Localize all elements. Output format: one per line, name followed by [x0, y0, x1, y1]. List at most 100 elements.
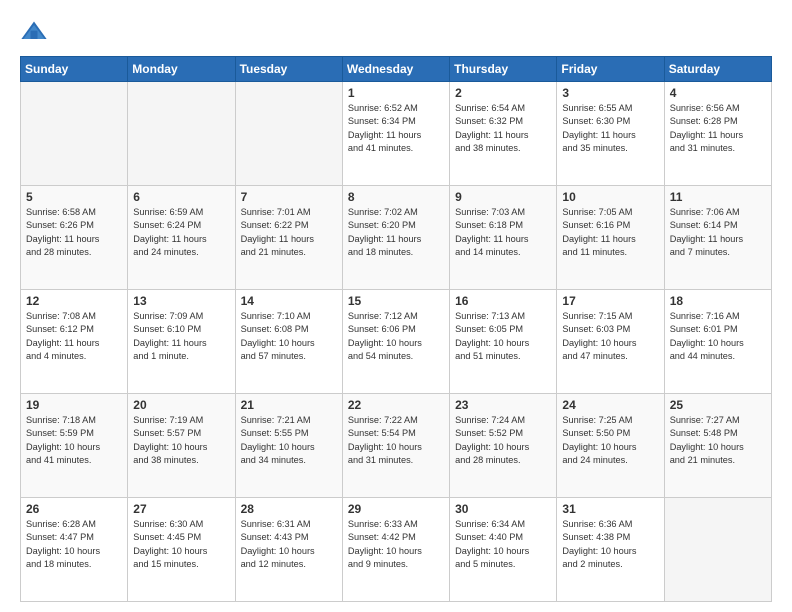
calendar-cell	[21, 82, 128, 186]
day-info: Sunrise: 7:16 AM Sunset: 6:01 PM Dayligh…	[670, 310, 766, 363]
calendar-cell: 25 Sunrise: 7:27 AM Sunset: 5:48 PM Dayli…	[664, 394, 771, 498]
calendar-cell: 6 Sunrise: 6:59 AM Sunset: 6:24 PM Daylig…	[128, 186, 235, 290]
day-number: 29	[348, 502, 444, 516]
day-number: 7	[241, 190, 337, 204]
calendar-cell: 24 Sunrise: 7:25 AM Sunset: 5:50 PM Dayli…	[557, 394, 664, 498]
calendar-cell: 2 Sunrise: 6:54 AM Sunset: 6:32 PM Daylig…	[450, 82, 557, 186]
weekday-header-sunday: Sunday	[21, 57, 128, 82]
logo-icon	[20, 18, 48, 46]
calendar-cell: 22Sunrise: 7:22 AM Sunset: 5:54 PM Dayli…	[342, 394, 449, 498]
day-info: Sunrise: 6:55 AM Sunset: 6:30 PM Dayligh…	[562, 102, 658, 155]
calendar-cell: 3 Sunrise: 6:55 AM Sunset: 6:30 PM Daylig…	[557, 82, 664, 186]
day-info: Sunrise: 7:03 AM Sunset: 6:18 PM Dayligh…	[455, 206, 551, 259]
day-info: Sunrise: 6:33 AM Sunset: 4:42 PM Dayligh…	[348, 518, 444, 571]
calendar-cell: 27Sunrise: 6:30 AM Sunset: 4:45 PM Dayli…	[128, 498, 235, 602]
day-number: 13	[133, 294, 229, 308]
calendar-cell	[128, 82, 235, 186]
day-number: 6	[133, 190, 229, 204]
day-number: 31	[562, 502, 658, 516]
day-info: Sunrise: 7:15 AM Sunset: 6:03 PM Dayligh…	[562, 310, 658, 363]
calendar-cell: 23 Sunrise: 7:24 AM Sunset: 5:52 PM Dayli…	[450, 394, 557, 498]
calendar-cell: 15 Sunrise: 7:12 AM Sunset: 6:06 PM Dayli…	[342, 290, 449, 394]
day-number: 16	[455, 294, 551, 308]
day-number: 15	[348, 294, 444, 308]
calendar-cell	[235, 82, 342, 186]
day-info: Sunrise: 7:25 AM Sunset: 5:50 PM Dayligh…	[562, 414, 658, 467]
day-info: Sunrise: 7:05 AM Sunset: 6:16 PM Dayligh…	[562, 206, 658, 259]
calendar-cell: 18 Sunrise: 7:16 AM Sunset: 6:01 PM Dayli…	[664, 290, 771, 394]
weekday-header-thursday: Thursday	[450, 57, 557, 82]
day-number: 17	[562, 294, 658, 308]
calendar-cell: 9 Sunrise: 7:03 AM Sunset: 6:18 PM Daylig…	[450, 186, 557, 290]
day-number: 28	[241, 502, 337, 516]
calendar-cell: 14Sunrise: 7:10 AM Sunset: 6:08 PM Dayli…	[235, 290, 342, 394]
calendar-cell: 1 Sunrise: 6:52 AM Sunset: 6:34 PM Daylig…	[342, 82, 449, 186]
calendar-cell: 10Sunrise: 7:05 AM Sunset: 6:16 PM Dayli…	[557, 186, 664, 290]
day-number: 25	[670, 398, 766, 412]
week-row-1: 1 Sunrise: 6:52 AM Sunset: 6:34 PM Daylig…	[21, 82, 772, 186]
day-info: Sunrise: 7:01 AM Sunset: 6:22 PM Dayligh…	[241, 206, 337, 259]
day-info: Sunrise: 6:56 AM Sunset: 6:28 PM Dayligh…	[670, 102, 766, 155]
day-info: Sunrise: 7:09 AM Sunset: 6:10 PM Dayligh…	[133, 310, 229, 363]
day-info: Sunrise: 7:24 AM Sunset: 5:52 PM Dayligh…	[455, 414, 551, 467]
day-info: Sunrise: 6:28 AM Sunset: 4:47 PM Dayligh…	[26, 518, 122, 571]
day-info: Sunrise: 7:13 AM Sunset: 6:05 PM Dayligh…	[455, 310, 551, 363]
day-number: 9	[455, 190, 551, 204]
page: SundayMondayTuesdayWednesdayThursdayFrid…	[0, 0, 792, 612]
day-info: Sunrise: 7:06 AM Sunset: 6:14 PM Dayligh…	[670, 206, 766, 259]
calendar-cell: 21Sunrise: 7:21 AM Sunset: 5:55 PM Dayli…	[235, 394, 342, 498]
day-info: Sunrise: 7:22 AM Sunset: 5:54 PM Dayligh…	[348, 414, 444, 467]
calendar-cell: 17 Sunrise: 7:15 AM Sunset: 6:03 PM Dayli…	[557, 290, 664, 394]
day-number: 1	[348, 86, 444, 100]
weekday-header-monday: Monday	[128, 57, 235, 82]
calendar-cell: 12Sunrise: 7:08 AM Sunset: 6:12 PM Dayli…	[21, 290, 128, 394]
week-row-2: 5 Sunrise: 6:58 AM Sunset: 6:26 PM Daylig…	[21, 186, 772, 290]
day-info: Sunrise: 7:02 AM Sunset: 6:20 PM Dayligh…	[348, 206, 444, 259]
weekday-header-row: SundayMondayTuesdayWednesdayThursdayFrid…	[21, 57, 772, 82]
day-number: 11	[670, 190, 766, 204]
day-info: Sunrise: 7:18 AM Sunset: 5:59 PM Dayligh…	[26, 414, 122, 467]
calendar: SundayMondayTuesdayWednesdayThursdayFrid…	[20, 56, 772, 602]
day-info: Sunrise: 6:52 AM Sunset: 6:34 PM Dayligh…	[348, 102, 444, 155]
day-number: 23	[455, 398, 551, 412]
calendar-cell: 30 Sunrise: 6:34 AM Sunset: 4:40 PM Dayli…	[450, 498, 557, 602]
day-number: 26	[26, 502, 122, 516]
calendar-cell: 28 Sunrise: 6:31 AM Sunset: 4:43 PM Dayli…	[235, 498, 342, 602]
calendar-cell: 7 Sunrise: 7:01 AM Sunset: 6:22 PM Daylig…	[235, 186, 342, 290]
week-row-4: 19 Sunrise: 7:18 AM Sunset: 5:59 PM Dayli…	[21, 394, 772, 498]
day-info: Sunrise: 7:27 AM Sunset: 5:48 PM Dayligh…	[670, 414, 766, 467]
day-number: 19	[26, 398, 122, 412]
header	[20, 18, 772, 46]
calendar-cell: 8 Sunrise: 7:02 AM Sunset: 6:20 PM Daylig…	[342, 186, 449, 290]
day-info: Sunrise: 6:34 AM Sunset: 4:40 PM Dayligh…	[455, 518, 551, 571]
weekday-header-wednesday: Wednesday	[342, 57, 449, 82]
calendar-cell: 31 Sunrise: 6:36 AM Sunset: 4:38 PM Dayli…	[557, 498, 664, 602]
day-number: 24	[562, 398, 658, 412]
day-number: 4	[670, 86, 766, 100]
week-row-5: 26 Sunrise: 6:28 AM Sunset: 4:47 PM Dayli…	[21, 498, 772, 602]
calendar-cell: 5 Sunrise: 6:58 AM Sunset: 6:26 PM Daylig…	[21, 186, 128, 290]
day-number: 18	[670, 294, 766, 308]
day-number: 12	[26, 294, 122, 308]
day-number: 3	[562, 86, 658, 100]
day-info: Sunrise: 7:10 AM Sunset: 6:08 PM Dayligh…	[241, 310, 337, 363]
day-info: Sunrise: 6:58 AM Sunset: 6:26 PM Dayligh…	[26, 206, 122, 259]
day-info: Sunrise: 6:54 AM Sunset: 6:32 PM Dayligh…	[455, 102, 551, 155]
day-number: 30	[455, 502, 551, 516]
weekday-header-friday: Friday	[557, 57, 664, 82]
day-info: Sunrise: 6:36 AM Sunset: 4:38 PM Dayligh…	[562, 518, 658, 571]
day-number: 8	[348, 190, 444, 204]
calendar-cell: 16 Sunrise: 7:13 AM Sunset: 6:05 PM Dayli…	[450, 290, 557, 394]
day-info: Sunrise: 7:21 AM Sunset: 5:55 PM Dayligh…	[241, 414, 337, 467]
day-info: Sunrise: 6:59 AM Sunset: 6:24 PM Dayligh…	[133, 206, 229, 259]
day-info: Sunrise: 6:31 AM Sunset: 4:43 PM Dayligh…	[241, 518, 337, 571]
day-number: 27	[133, 502, 229, 516]
day-number: 5	[26, 190, 122, 204]
calendar-cell: 26 Sunrise: 6:28 AM Sunset: 4:47 PM Dayli…	[21, 498, 128, 602]
calendar-cell: 4 Sunrise: 6:56 AM Sunset: 6:28 PM Daylig…	[664, 82, 771, 186]
day-number: 2	[455, 86, 551, 100]
day-info: Sunrise: 7:12 AM Sunset: 6:06 PM Dayligh…	[348, 310, 444, 363]
calendar-cell: 11 Sunrise: 7:06 AM Sunset: 6:14 PM Dayli…	[664, 186, 771, 290]
calendar-cell: 19 Sunrise: 7:18 AM Sunset: 5:59 PM Dayli…	[21, 394, 128, 498]
weekday-header-tuesday: Tuesday	[235, 57, 342, 82]
